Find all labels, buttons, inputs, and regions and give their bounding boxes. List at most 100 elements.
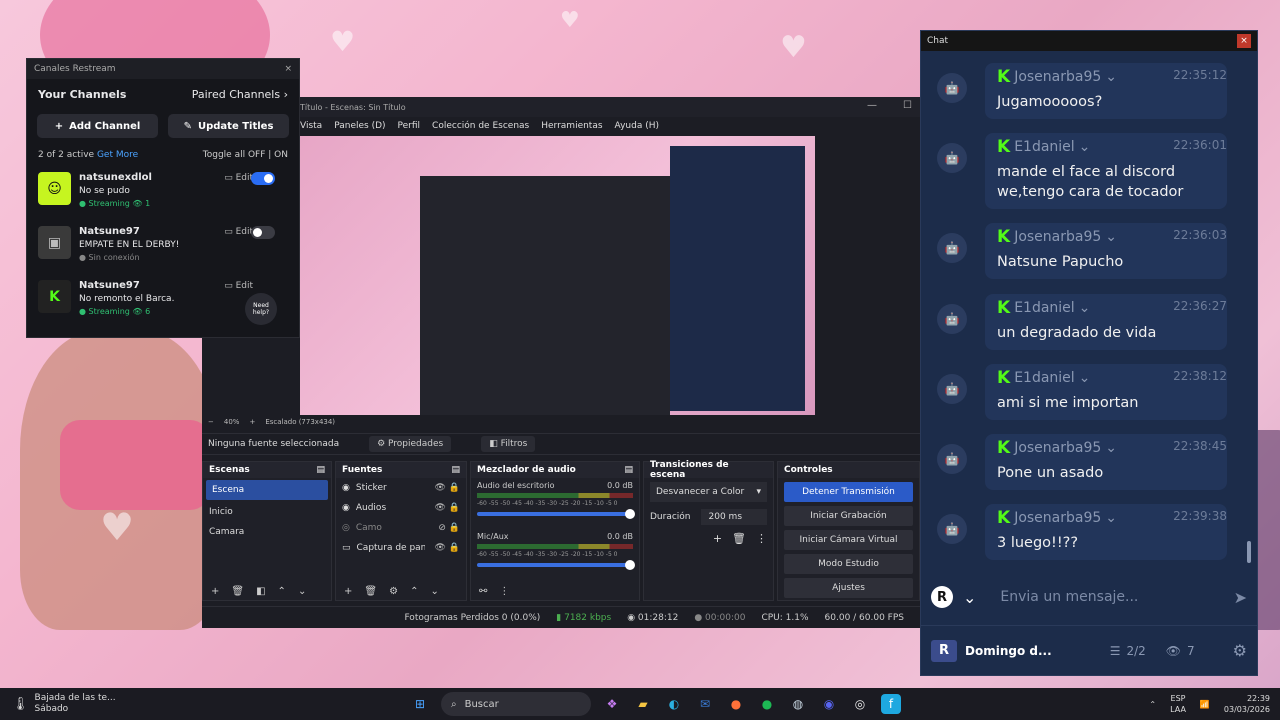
- down-icon[interactable]: ⌄: [298, 586, 306, 597]
- paired-channels-link[interactable]: Paired Channels ›: [192, 88, 288, 101]
- source-item[interactable]: ▭ Captura de pantalla 👁 🔒: [336, 538, 466, 558]
- channel-toggle[interactable]: [251, 226, 275, 239]
- volume-slider[interactable]: [477, 560, 635, 570]
- gear-icon[interactable]: ⚙: [389, 586, 398, 597]
- folder-icon[interactable]: ▰: [633, 694, 653, 714]
- zoom-out-button[interactable]: −: [208, 418, 214, 426]
- message-input[interactable]: Envia un mensaje...: [1000, 589, 1223, 605]
- language-indicator[interactable]: ESP LAA: [1170, 693, 1186, 715]
- edit-button[interactable]: ▭ Edit: [224, 173, 253, 183]
- stop-stream-button[interactable]: Detener Transmisión: [784, 482, 913, 502]
- obs-preview-canvas[interactable]: [300, 136, 815, 416]
- add-channel-button[interactable]: + Add Channel: [37, 114, 158, 138]
- menu-herramientas[interactable]: Herramientas: [541, 121, 602, 131]
- scaling-label[interactable]: Escalado (773x434): [265, 418, 335, 426]
- filters-button[interactable]: ◧ Filtros: [481, 436, 536, 452]
- dock-menu-icon[interactable]: ▤: [624, 465, 633, 475]
- source-item[interactable]: ◉ Sticker 👁 🔒: [336, 478, 466, 498]
- more-icon[interactable]: ⋮: [499, 586, 509, 597]
- eye-icon[interactable]: 👁 🔒: [435, 503, 461, 513]
- trash-icon[interactable]: 🗑: [231, 586, 244, 597]
- get-more-link[interactable]: Get More: [97, 150, 138, 160]
- start-recording-button[interactable]: Iniciar Grabación: [784, 506, 913, 526]
- up-icon[interactable]: ⌃: [410, 586, 418, 597]
- volume-slider[interactable]: [477, 509, 635, 519]
- update-titles-button[interactable]: ✎ Update Titles: [168, 114, 289, 138]
- close-icon[interactable]: ×: [284, 64, 292, 74]
- eye-icon[interactable]: 👁 🔒: [435, 483, 461, 493]
- dock-menu-icon[interactable]: ▤: [316, 465, 325, 475]
- menu-coleccion[interactable]: Colección de Escenas: [432, 121, 529, 131]
- channel-toggle[interactable]: [251, 172, 275, 185]
- message-author[interactable]: K Josenarba95 ⌄: [997, 438, 1117, 458]
- toggle-all-on[interactable]: ON: [274, 150, 288, 160]
- up-icon[interactable]: ⌃: [278, 586, 286, 597]
- message-author[interactable]: K Josenarba95 ⌄: [997, 227, 1117, 247]
- studio-mode-button[interactable]: Modo Estudio: [784, 554, 913, 574]
- need-help-button[interactable]: Need help?: [245, 293, 277, 325]
- menu-vista[interactable]: Vista: [300, 121, 322, 131]
- lang-code: ESP: [1170, 694, 1186, 703]
- message-author[interactable]: K Josenarba95 ⌄: [997, 67, 1117, 87]
- settings-button[interactable]: Ajustes: [784, 578, 913, 598]
- clock[interactable]: 22:39 03/03/2026: [1224, 693, 1270, 715]
- send-icon[interactable]: ➤: [1234, 588, 1247, 607]
- down-icon[interactable]: ⌄: [430, 586, 438, 597]
- trash-icon[interactable]: 🗑: [732, 532, 746, 545]
- edit-button[interactable]: ▭ Edit: [224, 227, 253, 237]
- duration-input[interactable]: 200 ms: [700, 509, 767, 525]
- chat-channel-name[interactable]: Domingo d...: [965, 644, 1052, 658]
- add-icon[interactable]: +: [211, 586, 219, 597]
- steam-icon[interactable]: ◍: [788, 694, 808, 714]
- discord-icon[interactable]: ◉: [819, 694, 839, 714]
- search-box[interactable]: ⌕ Buscar: [441, 692, 591, 716]
- source-item[interactable]: ◎ Camo ⊘ 🔒: [336, 518, 466, 538]
- eye-icon[interactable]: 👁 🔒: [435, 543, 461, 553]
- chevron-down-icon[interactable]: ⌄: [963, 588, 976, 607]
- minimize-icon[interactable]: —: [867, 100, 877, 111]
- mail-icon[interactable]: ✉: [695, 694, 715, 714]
- dock-menu-icon[interactable]: ▤: [451, 465, 460, 475]
- source-item[interactable]: ◉ Audios 👁 🔒: [336, 498, 466, 518]
- add-icon[interactable]: +: [344, 586, 352, 597]
- link-icon[interactable]: ⚯: [479, 586, 487, 597]
- app-icon[interactable]: f: [881, 694, 901, 714]
- trash-icon[interactable]: 🗑: [364, 586, 377, 597]
- start-icon[interactable]: ⊞: [410, 694, 430, 714]
- message-author[interactable]: K Josenarba95 ⌄: [997, 508, 1117, 528]
- edit-button[interactable]: ▭ Edit: [224, 281, 253, 291]
- message-author[interactable]: K E1daniel ⌄: [997, 137, 1090, 157]
- restream-logo-icon[interactable]: R: [931, 586, 953, 608]
- menu-ayuda[interactable]: Ayuda (H): [615, 121, 659, 131]
- weather-line2: Sábado: [34, 704, 69, 714]
- add-icon[interactable]: +: [713, 532, 722, 545]
- edge-icon[interactable]: ◐: [664, 694, 684, 714]
- menu-paneles[interactable]: Paneles (D): [334, 121, 385, 131]
- virtual-camera-button[interactable]: Iniciar Cámara Virtual: [784, 530, 913, 550]
- weather-widget[interactable]: 🌡 Bajada de las te... Sábado: [0, 693, 200, 715]
- copilot-icon[interactable]: ❖: [602, 694, 622, 714]
- more-icon[interactable]: ⋮: [756, 532, 767, 545]
- close-icon[interactable]: ×: [1237, 34, 1251, 48]
- filter-icon[interactable]: ◧: [256, 586, 265, 597]
- cpu-usage: CPU: 1.1%: [761, 612, 809, 623]
- chevron-up-icon[interactable]: ⌃: [1149, 700, 1156, 709]
- chat-scrollbar[interactable]: [1247, 541, 1251, 563]
- spotify-icon[interactable]: ●: [757, 694, 777, 714]
- obs-icon[interactable]: ◎: [850, 694, 870, 714]
- eye-hidden-icon[interactable]: ⊘ 🔒: [438, 523, 460, 533]
- zoom-in-button[interactable]: +: [249, 418, 255, 426]
- transition-select[interactable]: Desvanecer a Color ▾: [650, 482, 767, 502]
- message-author[interactable]: K E1daniel ⌄: [997, 298, 1090, 318]
- wifi-icon[interactable]: 📶: [1200, 700, 1210, 709]
- scene-item[interactable]: Inicio: [203, 502, 331, 522]
- scene-item[interactable]: Camara: [203, 522, 331, 542]
- maximize-icon[interactable]: ☐: [903, 100, 912, 111]
- firefox-icon[interactable]: ●: [726, 694, 746, 714]
- menu-perfil[interactable]: Perfil: [398, 121, 421, 131]
- scene-item[interactable]: Escena: [206, 480, 328, 500]
- gear-icon[interactable]: ⚙: [1233, 641, 1247, 660]
- message-author[interactable]: K E1daniel ⌄: [997, 368, 1090, 388]
- properties-button[interactable]: ⚙ Propiedades: [369, 436, 452, 452]
- toggle-all-off[interactable]: OFF: [248, 150, 265, 160]
